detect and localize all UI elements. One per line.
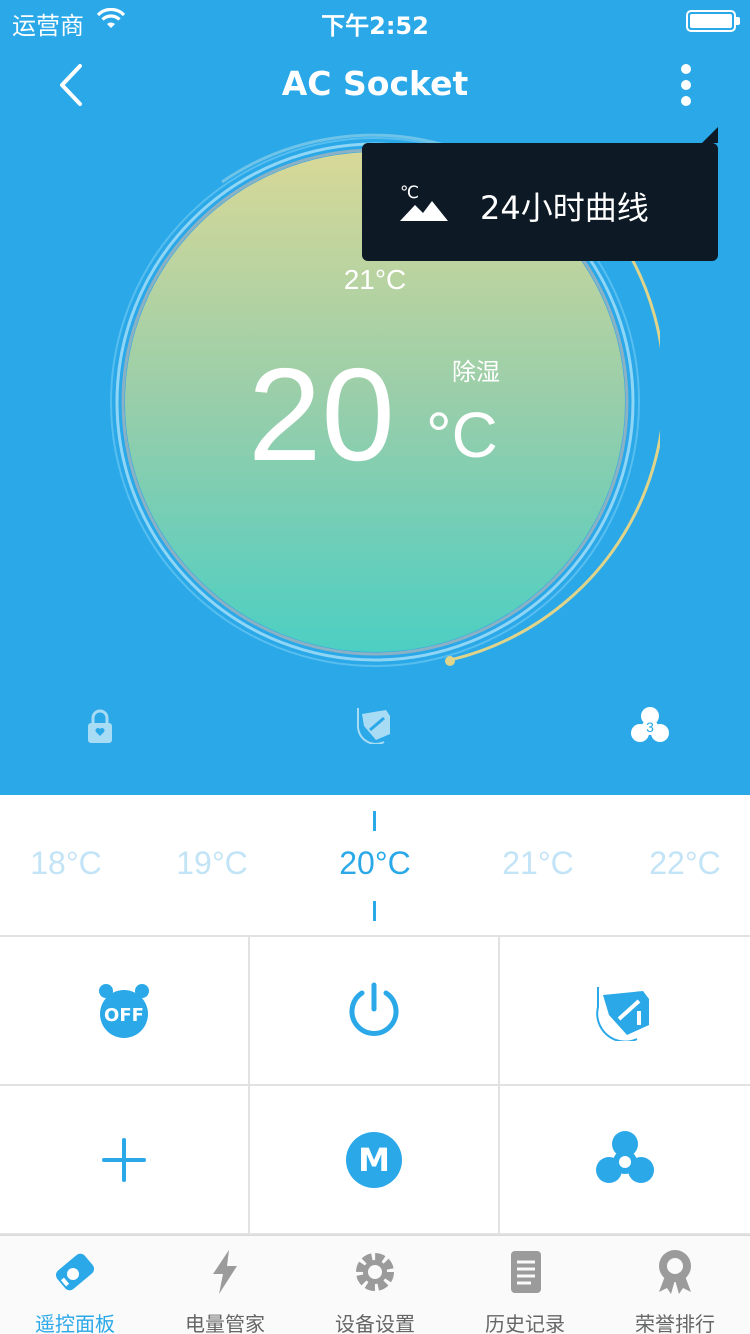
- tab-label: 设备设置: [335, 1312, 415, 1334]
- gear-icon: [356, 1253, 394, 1291]
- document-icon: [511, 1251, 541, 1293]
- tab-honor-ranking[interactable]: 荣誉排行: [600, 1236, 750, 1334]
- temperature-up-button[interactable]: [0, 1086, 250, 1235]
- more-menu-button[interactable]: [670, 60, 702, 110]
- mode-label: 除湿: [452, 358, 500, 386]
- scale-item-19[interactable]: 19°C: [152, 845, 272, 882]
- top-panel: 运营商 下午2:52 AC Socket 21°C 20 °C 除湿 ℃ 24小…: [0, 0, 750, 795]
- temperature-unit: °C: [426, 399, 498, 471]
- room-temperature: 21°C: [343, 264, 407, 295]
- scale-item-21[interactable]: 21°C: [478, 845, 598, 882]
- set-temperature: 20: [248, 341, 395, 488]
- medal-icon: [659, 1250, 691, 1294]
- fan-speed-value: 3: [646, 719, 654, 735]
- tab-history[interactable]: 历史记录: [450, 1236, 600, 1334]
- power-icon: [349, 982, 399, 1036]
- svg-text:℃: ℃: [400, 183, 419, 203]
- tab-bar: 遥控面板 电量管家 设备设置 历史记录 荣誉排行: [0, 1235, 750, 1334]
- tab-label: 电量管家: [185, 1312, 265, 1334]
- alarm-clock-icon: OFF: [99, 983, 149, 1038]
- tab-label: 遥控面板: [35, 1312, 115, 1334]
- scale-marker-top: [373, 811, 376, 831]
- status-time: 下午2:52: [321, 12, 429, 40]
- tab-remote-panel[interactable]: 遥控面板: [0, 1236, 150, 1334]
- menu-item-24h-curve[interactable]: ℃ 24小时曲线: [362, 143, 718, 261]
- control-grid: OFF M: [0, 937, 750, 1235]
- fan-icon: [596, 1130, 654, 1183]
- temperature-scale[interactable]: 18°C 19°C 20°C 21°C 22°C: [0, 795, 750, 937]
- swing-icon: [596, 986, 649, 1041]
- scale-item-20[interactable]: 20°C: [315, 845, 435, 882]
- swing-button[interactable]: [500, 937, 750, 1086]
- scale-item-22[interactable]: 22°C: [625, 845, 745, 882]
- power-button[interactable]: [250, 937, 500, 1086]
- remote-control-icon: [55, 1253, 95, 1291]
- tab-label: 历史记录: [485, 1312, 565, 1334]
- tab-power-manager[interactable]: 电量管家: [150, 1236, 300, 1334]
- mode-letter: M: [358, 1141, 390, 1179]
- tab-label: 荣誉排行: [635, 1312, 715, 1334]
- status-bar: 运营商 下午2:52: [0, 0, 750, 40]
- menu-item-label: 24小时曲线: [480, 189, 649, 227]
- plus-icon: [102, 1137, 146, 1182]
- tab-device-settings[interactable]: 设备设置: [300, 1236, 450, 1334]
- mode-button[interactable]: M: [250, 1086, 500, 1235]
- mode-icon: M: [346, 1131, 402, 1188]
- scale-item-18[interactable]: 18°C: [6, 845, 126, 882]
- temperature-landscape-icon: ℃: [400, 183, 448, 221]
- swing-icon[interactable]: [356, 704, 396, 744]
- dropdown-arrow: [702, 127, 718, 143]
- timer-off-label: OFF: [104, 1005, 144, 1026]
- scale-marker-bottom: [373, 901, 376, 921]
- fan-speed-icon[interactable]: 3: [630, 706, 670, 746]
- page-title: AC Socket: [281, 64, 469, 103]
- lightning-icon: [213, 1250, 237, 1294]
- battery-icon: [686, 10, 740, 32]
- dropdown-menu: ℃ 24小时曲线: [362, 127, 718, 261]
- timer-off-button[interactable]: OFF: [0, 937, 250, 1086]
- fan-button[interactable]: [500, 1086, 750, 1235]
- lock-icon[interactable]: [86, 708, 114, 744]
